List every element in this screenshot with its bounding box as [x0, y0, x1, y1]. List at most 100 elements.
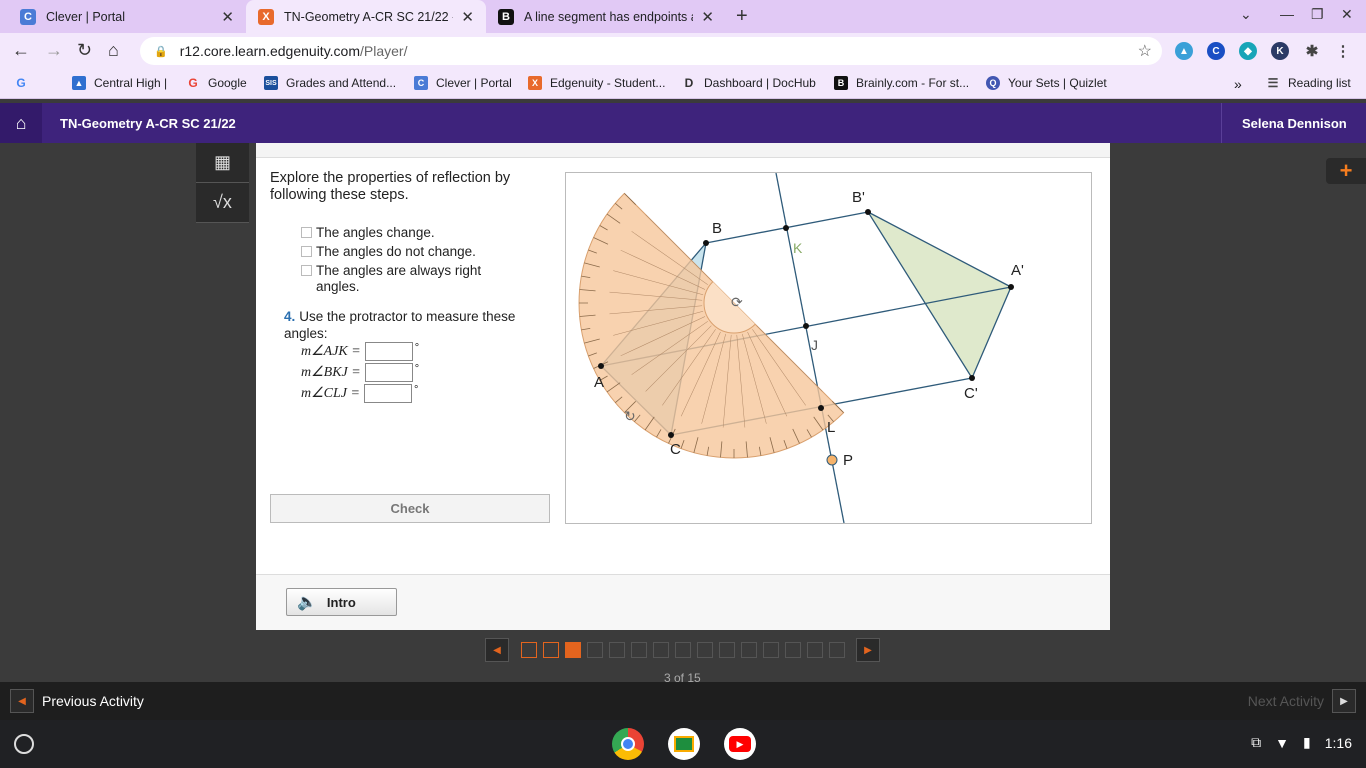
bookmark-item[interactable]: G Google [186, 76, 246, 90]
formula-icon[interactable]: √x [196, 183, 249, 223]
page-box[interactable] [763, 642, 779, 658]
minimize-icon[interactable]: — [1280, 6, 1294, 22]
extension-icon[interactable]: K [1271, 42, 1289, 60]
close-window-icon[interactable]: ✕ [1341, 6, 1353, 23]
youtube-icon[interactable]: ▶ [724, 728, 756, 760]
page-box[interactable] [829, 642, 845, 658]
bookmarks-bar: G ▲ Central High | G Google SIS Grades and … [0, 69, 1366, 99]
tab-edgenuity[interactable]: X TN-Geometry A-CR SC 21/22 - Ed ✕ [246, 0, 486, 33]
option-angles-change[interactable]: The angles change. [301, 225, 531, 241]
label-b2: B' [852, 189, 865, 206]
angle-ajk-row: m∠AJK = ° [301, 342, 420, 361]
bookmark-item[interactable]: B Brainly.com - For st... [834, 76, 969, 90]
activity-nav-bar: ◀ Previous Activity Next Activity ▶ [0, 682, 1366, 720]
tab-clever[interactable]: C Clever | Portal ✕ [8, 0, 246, 33]
previous-activity-button[interactable]: ◀ Previous Activity [10, 689, 144, 713]
angle-clj-input[interactable] [363, 384, 412, 403]
bookmark-item[interactable]: X Edgenuity - Student... [528, 76, 665, 90]
back-icon[interactable]: ← [12, 40, 30, 61]
panel-top-strip [256, 143, 1110, 158]
reload-icon[interactable]: ↻ [77, 40, 92, 61]
label-c2: C' [964, 385, 978, 402]
page-box[interactable] [807, 642, 823, 658]
tab-search-icon[interactable]: ⌄ [1240, 6, 1252, 23]
google-apps-icon[interactable]: G [14, 76, 36, 90]
label-j: J [811, 337, 818, 353]
speaker-icon: 🔈 [297, 594, 317, 611]
puzzle-icon[interactable]: ✱ [1303, 42, 1321, 60]
bookmark-item[interactable]: C Clever | Portal [414, 76, 512, 90]
rotate-handle-icon[interactable]: ↻ [624, 408, 636, 424]
option-angles-do-not-change[interactable]: The angles do not change. [301, 244, 531, 260]
system-tray[interactable]: ⧉ ▼ ▮ 1:16 [1251, 734, 1352, 751]
page-box[interactable] [543, 642, 559, 658]
lock-icon: 🔒 [154, 45, 168, 58]
plus-icon[interactable]: + [1326, 158, 1366, 184]
forward-icon[interactable]: → [45, 40, 63, 61]
page-box[interactable] [521, 642, 537, 658]
tab-brainly[interactable]: B A line segment has endpoints at ✕ [486, 0, 726, 33]
wifi-icon: ▼ [1275, 734, 1290, 751]
handle-p[interactable] [826, 454, 838, 466]
reading-list[interactable]: ☰ Reading list [1266, 76, 1351, 90]
battery-icon: ▮ [1303, 734, 1311, 750]
extension-icon[interactable]: ◆ [1239, 42, 1257, 60]
rotate-icon[interactable]: ⟳ [731, 294, 743, 310]
home-icon[interactable]: ⌂ [0, 103, 42, 143]
close-icon[interactable]: ✕ [221, 8, 234, 26]
home-icon[interactable]: ⌂ [108, 40, 119, 61]
page-box[interactable] [587, 642, 603, 658]
calculator-icon[interactable]: ▦ [196, 143, 249, 183]
page-box[interactable] [631, 642, 647, 658]
close-icon[interactable]: ✕ [701, 8, 714, 26]
page-box[interactable] [697, 642, 713, 658]
label-l: L [827, 419, 835, 436]
bookmark-star-icon[interactable]: ☆ [1138, 41, 1152, 61]
label-b: B [712, 220, 722, 237]
bookmark-item[interactable]: SIS Grades and Attend... [264, 76, 396, 90]
user-name[interactable]: Selena Dennison [1221, 103, 1366, 143]
label-k: K [793, 240, 803, 256]
next-arrow-icon: ▶ [1332, 689, 1356, 713]
url-path: /Player/ [360, 43, 408, 59]
page-box[interactable] [741, 642, 757, 658]
checkbox[interactable] [301, 246, 312, 257]
angle-bkj-input[interactable] [364, 363, 413, 382]
label-p: P [843, 452, 853, 469]
page-box[interactable] [675, 642, 691, 658]
course-title: TN-Geometry A-CR SC 21/22 [60, 116, 236, 131]
more-bookmarks-icon[interactable]: » [1234, 76, 1242, 92]
page-box[interactable] [785, 642, 801, 658]
checkbox[interactable] [301, 265, 312, 276]
tab-title: Clever | Portal [46, 9, 125, 24]
address-bar[interactable]: 🔒 r12.core.learn.edgenuity.com/Player/ ☆ [140, 37, 1162, 65]
page-box[interactable] [719, 642, 735, 658]
menu-icon[interactable]: ⋮ [1334, 42, 1352, 60]
page-box[interactable] [609, 642, 625, 658]
option-angles-right[interactable]: The angles are always right angles. [301, 263, 516, 295]
edgenuity-icon: X [528, 76, 542, 90]
checkbox[interactable] [301, 227, 312, 238]
new-tab-icon[interactable]: + [736, 5, 748, 28]
extension-icon[interactable]: C [1207, 42, 1225, 60]
page-box[interactable] [565, 642, 581, 658]
clock: 1:16 [1324, 734, 1352, 751]
prev-page-icon[interactable]: ◀ [485, 638, 509, 662]
bookmark-item[interactable]: Q Your Sets | Quizlet [986, 76, 1107, 90]
bookmark-item[interactable]: ▲ Central High | [72, 76, 167, 90]
angle-ajk-input[interactable] [364, 342, 413, 361]
page-box[interactable] [653, 642, 669, 658]
bookmark-item[interactable]: D Dashboard | DocHub [682, 76, 816, 90]
next-page-icon[interactable]: ▶ [856, 638, 880, 662]
next-activity-button[interactable]: Next Activity ▶ [1248, 689, 1356, 713]
angle-bkj-row: m∠BKJ = ° [301, 363, 420, 382]
chrome-icon[interactable] [612, 728, 644, 760]
close-icon[interactable]: ✕ [461, 8, 474, 26]
intro-button[interactable]: 🔈 Intro [286, 588, 397, 616]
extension-icon[interactable]: ▲ [1175, 42, 1193, 60]
classroom-icon[interactable] [668, 728, 700, 760]
restore-icon[interactable]: ❐ [1311, 6, 1324, 23]
screenshot-icon[interactable]: ⧉ [1251, 734, 1261, 751]
check-button[interactable]: Check [270, 494, 550, 523]
launcher-icon[interactable] [14, 734, 34, 754]
